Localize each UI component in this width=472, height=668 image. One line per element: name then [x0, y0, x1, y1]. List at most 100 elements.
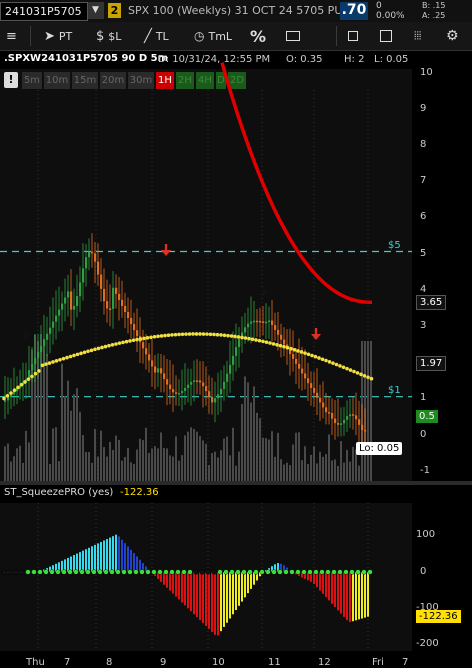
price-tick: 9	[420, 103, 427, 114]
squeeze-histogram-bar	[55, 563, 57, 572]
timeframe-15m[interactable]: 15m	[72, 72, 98, 89]
squeeze-histogram-bar	[232, 572, 234, 615]
squeeze-dot	[301, 569, 307, 575]
squeeze-histogram-bar	[130, 549, 132, 572]
timeframe-2d[interactable]: 2D	[228, 72, 246, 89]
squeeze-histogram-bar	[355, 572, 357, 621]
price-tick: 0	[420, 429, 427, 440]
squeeze-histogram-bar	[280, 563, 282, 572]
symbol-input[interactable]: 241031P5705	[0, 2, 88, 21]
drawings-list-button[interactable]: ⦙⦙⦙	[414, 26, 421, 46]
symbol-dropdown-button[interactable]: ▼	[88, 2, 104, 19]
squeeze-dot	[109, 569, 115, 575]
squeeze-histogram-bar	[205, 572, 207, 626]
price-tick: 7	[420, 175, 427, 186]
squeeze-histogram-bar	[58, 562, 60, 572]
squeeze-histogram-bar	[283, 565, 285, 572]
time-tick: 12	[318, 657, 331, 668]
squeeze-dot	[199, 569, 205, 575]
timeline-tool-label: TmL	[208, 29, 233, 43]
squeeze-dot	[229, 569, 235, 575]
squeeze-dot	[145, 569, 151, 575]
gear-icon: ⚙	[446, 28, 459, 44]
pointer-tool-button[interactable]: ➤ PT	[44, 26, 72, 46]
rectangle-tool-button[interactable]	[286, 26, 300, 46]
squeeze-dot	[43, 569, 49, 575]
squeeze-histogram-bar	[244, 572, 246, 598]
squeeze-histogram-bar	[256, 572, 258, 581]
timeframe-20m[interactable]: 20m	[100, 72, 126, 89]
low-tag: Lo: 0.05	[356, 442, 403, 455]
study-name: ST_SqueezePRO (yes)	[4, 487, 114, 498]
timeframe-10m[interactable]: 10m	[44, 72, 70, 89]
timeframe-30m[interactable]: 30m	[128, 72, 154, 89]
squeeze-histogram-bar	[211, 572, 213, 632]
study-axis-background	[412, 503, 472, 651]
price-tick: 6	[420, 211, 427, 222]
squeeze-dot	[37, 569, 43, 575]
study-header: ST_SqueezePRO (yes) -122.36	[0, 485, 472, 503]
squeeze-histogram-bar	[181, 572, 183, 603]
squeeze-histogram-bar	[103, 540, 105, 572]
squeeze-dot	[91, 569, 97, 575]
menu-button[interactable]: ≡	[6, 26, 17, 46]
study-value-tag: -122.36	[416, 610, 461, 623]
squeeze-histogram-bar	[310, 572, 312, 582]
squeeze-dot	[265, 569, 271, 575]
squeeze-dot	[187, 569, 193, 575]
contract-description: SPX 100 (Weeklys) 31 OCT 24 5705 PUT	[128, 4, 350, 17]
study-tick: -200	[416, 638, 439, 649]
contract-badge[interactable]: 2	[108, 3, 121, 18]
squeeze-dot	[7, 569, 13, 575]
squeeze-dot	[205, 569, 211, 575]
time-tick: 11	[268, 657, 281, 668]
squeeze-dot	[259, 569, 265, 575]
timeframe-d[interactable]: D	[216, 72, 226, 89]
timeframe-2h[interactable]: 2H	[176, 72, 194, 89]
squeeze-histogram-bar	[163, 572, 165, 585]
squeeze-dot	[151, 569, 157, 575]
squeeze-dot	[235, 569, 241, 575]
timeline-tool-button[interactable]: ◷ TmL	[194, 26, 232, 46]
squeeze-dot	[325, 569, 331, 575]
layout-grid-button[interactable]	[380, 26, 392, 46]
squeeze-histogram-bar	[361, 572, 363, 619]
settings-button[interactable]: ⚙	[446, 26, 459, 46]
price-tick: 3	[420, 320, 427, 331]
bar-open: O: 0.35	[286, 54, 323, 65]
squeeze-dot	[25, 569, 31, 575]
layout-single-button[interactable]	[348, 26, 358, 46]
squeeze-dot	[115, 569, 121, 575]
squeeze-histogram-bar	[145, 566, 147, 572]
squeeze-histogram-bar	[247, 572, 249, 594]
price-tag-last: 0.5	[416, 410, 438, 423]
time-tick: 7	[402, 657, 409, 668]
timeframe-4h[interactable]: 4H	[196, 72, 214, 89]
squeeze-histogram-bar	[235, 572, 237, 611]
price-level-tool-button[interactable]: $ $L	[96, 26, 121, 46]
squeeze-histogram-bar	[271, 566, 273, 572]
timeframe-1h[interactable]: 1H	[156, 72, 174, 89]
squeeze-histogram-bar	[46, 568, 48, 572]
divider	[30, 26, 31, 46]
squeeze-histogram-bar	[304, 572, 306, 579]
price-tick: 1	[420, 392, 427, 403]
squeeze-histogram-bar	[31, 572, 33, 573]
squeeze-histogram-bar	[337, 572, 339, 611]
grid-icon	[380, 30, 392, 42]
time-tick: 8	[106, 657, 113, 668]
squeeze-histogram-bar	[85, 549, 87, 572]
squeeze-histogram-bar	[112, 536, 114, 572]
price-pane[interactable]	[0, 51, 472, 481]
squeeze-histogram-bar	[199, 572, 201, 621]
price-tick: 8	[420, 139, 427, 150]
squeeze-dot	[139, 569, 145, 575]
timeframe-5m[interactable]: 5m	[22, 72, 42, 89]
squeeze-dot	[217, 569, 223, 575]
percent-tool-button[interactable]: %	[250, 26, 266, 46]
trendline-tool-button[interactable]: ╱ TL	[144, 26, 169, 46]
squeeze-histogram-bar	[259, 572, 261, 577]
sync-button[interactable]: !	[4, 72, 18, 88]
squeeze-histogram-bar	[196, 572, 198, 618]
squeeze-histogram-bar	[346, 572, 348, 621]
